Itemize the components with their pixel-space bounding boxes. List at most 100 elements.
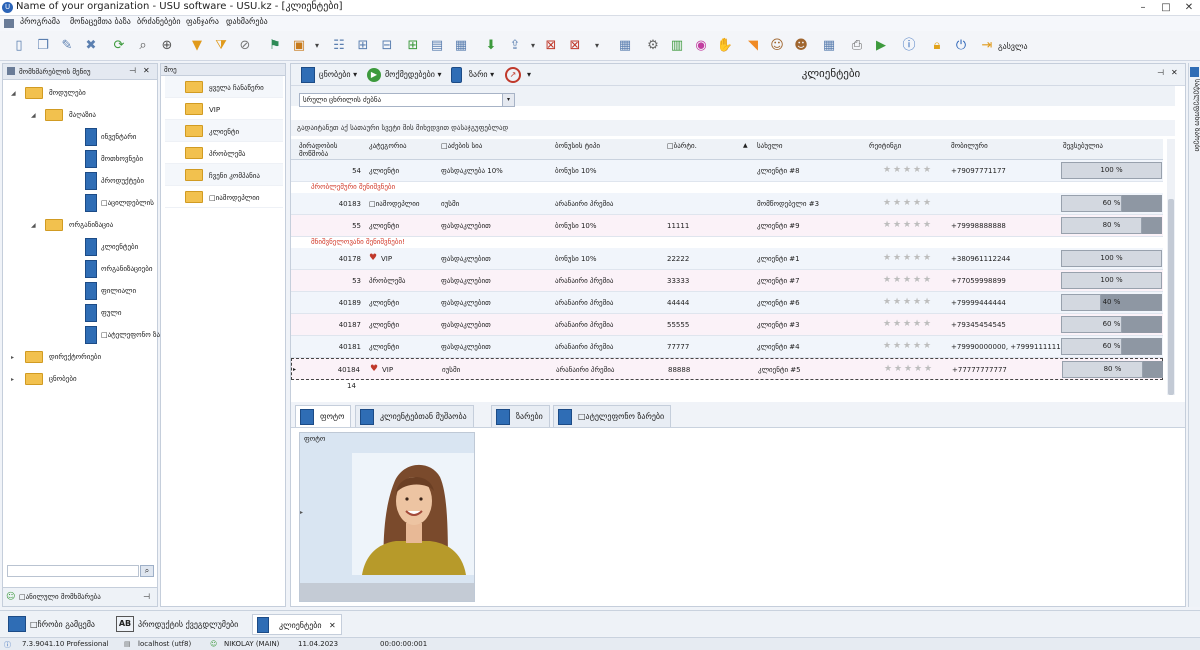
user-icon[interactable]: ☺	[766, 35, 788, 57]
col-bonus-type[interactable]: ბონუსის ტიპი	[555, 142, 600, 150]
rating-star-icon[interactable]: ★	[924, 365, 933, 374]
refresh-icon[interactable]: ⟳	[108, 35, 130, 57]
flag-icon[interactable]: ⚑	[264, 35, 286, 57]
tree-item[interactable]: ◢ მოდულები	[3, 82, 157, 104]
clock-button[interactable]: ↗ ▾	[505, 66, 537, 84]
task-clients[interactable]: კლიენტები ✕	[252, 614, 342, 635]
menu-program[interactable]: პროგრამა	[20, 17, 60, 26]
maximize-button[interactable]: □	[1155, 0, 1177, 16]
expand-icon[interactable]: ▸	[11, 376, 19, 383]
rating-star-icon[interactable]: ★	[903, 199, 912, 208]
rating-star-icon[interactable]: ★	[883, 221, 892, 230]
pin-icon[interactable]: ⊣	[129, 66, 136, 75]
table-scrollbar[interactable]	[1167, 139, 1175, 395]
rating-star-icon[interactable]: ★	[903, 254, 912, 263]
tab-phone-calls[interactable]: □ატელეფონო ზარები	[553, 405, 672, 427]
rating-star-icon[interactable]: ★	[923, 254, 932, 263]
rating-star-icon[interactable]: ★	[903, 298, 912, 307]
rating-star-icon[interactable]: ★	[893, 199, 902, 208]
rating-star-icon[interactable]: ★	[903, 166, 912, 175]
table-row[interactable]: 40178 VIP ფასდაკლებით ბონუსი 10% 22222 კლიენტ…	[291, 248, 1163, 270]
rating-star-icon[interactable]: ★	[883, 199, 892, 208]
tree-item[interactable]: ინვენტარი	[3, 126, 157, 148]
task-product-subgroups[interactable]: AB პროდუქტის ქვეგდლუმები	[112, 614, 252, 635]
grid-icon[interactable]: ▦	[450, 35, 472, 57]
rating-star-icon[interactable]: ★	[893, 342, 902, 351]
view-item[interactable]: კლიენტი	[165, 120, 283, 142]
table-row[interactable]: 55 კლიენტი ფასდაკლებით ბონუსი 10% 11111 კლიენ…	[291, 215, 1163, 237]
tree-item[interactable]: ▸ დირექტორიები	[3, 346, 157, 368]
task-payment[interactable]: □ჩრობი გამცემა	[4, 614, 104, 635]
preferences-pin-icon[interactable]: ⊣	[143, 592, 150, 601]
filter-icon[interactable]: ▼	[186, 35, 208, 57]
menu-help[interactable]: დახმარება	[226, 17, 268, 26]
new-record-icon[interactable]: ▯	[8, 35, 30, 57]
tab-photo[interactable]: ფოტო	[295, 405, 352, 427]
search-icon[interactable]: ⌕	[132, 35, 154, 57]
image-dropdown-icon[interactable]: ▾	[310, 35, 324, 57]
rating-star-icon[interactable]: ★	[913, 166, 922, 175]
tree-item[interactable]: □აცილდებლის	[3, 192, 157, 214]
menu-commands[interactable]: ბრძანებები	[137, 17, 180, 26]
image-icon[interactable]: ▣	[288, 35, 310, 57]
zoom-icon[interactable]: ⊕	[156, 35, 178, 57]
tree-item[interactable]: პროდუქტები	[3, 170, 157, 192]
collapse-icon[interactable]: ◢	[31, 222, 39, 229]
close-tab-icon[interactable]: ⊠	[540, 35, 562, 57]
side-tab-phone-calls[interactable]: სატელეფონო ზარები	[1188, 63, 1200, 607]
rating-star-icon[interactable]: ★	[883, 276, 892, 285]
delete-record-icon[interactable]: ✖	[80, 35, 102, 57]
report-icon[interactable]: ▥	[666, 35, 688, 57]
table-row[interactable]: 53 პრობლემა ფასდაკლებით არანაირი პრემია 3333…	[291, 270, 1163, 292]
view-item[interactable]: ჩვენი კომპანია	[165, 164, 283, 186]
tree-collapse-icon[interactable]: ⊟	[376, 35, 398, 57]
tree-item[interactable]: კლიენტები	[3, 236, 157, 258]
calendar-icon[interactable]: ▦	[818, 35, 840, 57]
filter-clear-icon[interactable]: ⊘	[234, 35, 256, 57]
collapse-icon[interactable]: ◢	[11, 90, 19, 97]
view-item[interactable]: VIP	[165, 98, 283, 120]
hand-icon[interactable]: ✋	[714, 35, 736, 57]
rating-star-icon[interactable]: ★	[883, 298, 892, 307]
tree-item[interactable]: ◢ ორგანიზაცია	[3, 214, 157, 236]
nav-search-icon[interactable]: ⌕	[140, 565, 154, 577]
rating-star-icon[interactable]: ★	[893, 298, 902, 307]
rating-star-icon[interactable]: ★	[903, 221, 912, 230]
panel-close-icon[interactable]: ✕	[143, 66, 150, 75]
main-pin-icon[interactable]: ⊣	[1157, 68, 1164, 77]
filter-add-icon[interactable]: ⧩	[210, 35, 232, 57]
col-name[interactable]: სახელი	[757, 142, 783, 150]
exit-button[interactable]: გასვლა	[998, 42, 1028, 51]
tab-client-work[interactable]: კლიენტებთან მუშაობა	[355, 405, 474, 427]
rating-star-icon[interactable]: ★	[893, 221, 902, 230]
tree-item[interactable]: ფული	[3, 302, 157, 324]
rating-star-icon[interactable]: ★	[883, 342, 892, 351]
clock-dropdown-icon[interactable]: ▾	[527, 66, 531, 84]
rating-star-icon[interactable]: ★	[923, 166, 932, 175]
download-icon[interactable]: ⬇	[480, 35, 502, 57]
table-row[interactable]: 40189 კლიენტი ფასდაკლებით არანაირი პრემია 44…	[291, 292, 1163, 314]
tree-item[interactable]: ◢ მაღაზია	[3, 104, 157, 126]
group-icon[interactable]: ☷	[328, 35, 350, 57]
rating-star-icon[interactable]: ★	[884, 365, 893, 374]
full-table-search-select[interactable]: სრული ცხრილის ძებნა ▾	[299, 93, 515, 107]
rating-star-icon[interactable]: ★	[893, 166, 902, 175]
rating-star-icon[interactable]: ★	[923, 221, 932, 230]
view-item[interactable]: პრობლემა	[165, 142, 283, 164]
rating-star-icon[interactable]: ★	[883, 254, 892, 263]
export-dropdown-icon[interactable]: ▾	[526, 35, 540, 57]
rating-star-icon[interactable]: ★	[923, 320, 932, 329]
view-item[interactable]: ყველა ჩანაწერი	[165, 76, 283, 98]
rating-star-icon[interactable]: ★	[913, 199, 922, 208]
rating-star-icon[interactable]: ★	[913, 298, 922, 307]
col-id[interactable]: პირადობის მოწმობა	[299, 142, 339, 158]
tree-item[interactable]: მოთხოვნები	[3, 148, 157, 170]
rating-star-icon[interactable]: ★	[913, 342, 922, 351]
menu-database[interactable]: მონაცემთა ბაზა	[70, 17, 131, 26]
print-icon[interactable]: ⎙	[846, 35, 868, 57]
rating-star-icon[interactable]: ★	[923, 199, 932, 208]
col-filled[interactable]: შევსებულია	[1063, 142, 1103, 150]
exit-icon[interactable]: ⇥	[976, 35, 998, 57]
settings-gear-icon[interactable]: ⚙	[642, 35, 664, 57]
rating-star-icon[interactable]: ★	[914, 365, 923, 374]
